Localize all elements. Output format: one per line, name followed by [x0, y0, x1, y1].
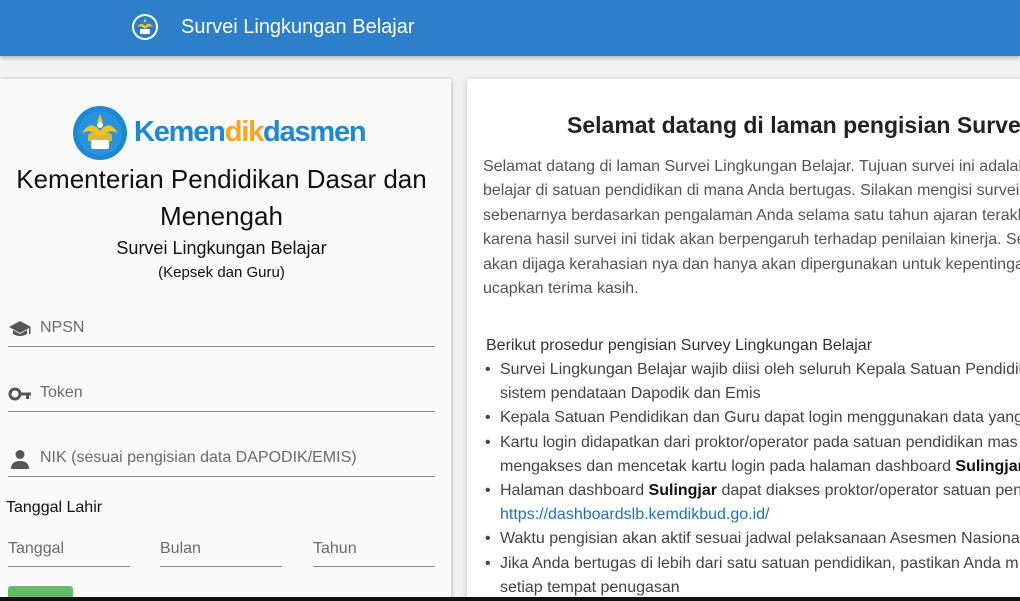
- list-item: Waktu pengisian akan aktif sesuai jadwal…: [483, 527, 1020, 551]
- list-item: Halaman dashboard Sulingjar dapat diakse…: [483, 479, 1020, 527]
- npsn-field: [8, 311, 435, 347]
- procedure-list: Survei Lingkungan Belajar wajib diisi ol…: [483, 358, 1020, 600]
- person-icon: [8, 449, 32, 469]
- birth-day-input[interactable]: [8, 535, 130, 563]
- birth-year-input[interactable]: [313, 535, 435, 563]
- list-item: Survei Lingkungan Belajar wajib diisi ol…: [483, 358, 1020, 406]
- birthdate-label: Tanggal Lahir: [6, 499, 103, 516]
- top-app-bar: Survei Lingkungan Belajar: [0, 0, 1020, 56]
- survey-name: Survei Lingkungan Belajar: [116, 238, 327, 258]
- tut-wuri-handayani-emblem-icon: [131, 13, 159, 41]
- nik-input[interactable]: [40, 445, 430, 471]
- birth-day-field: [8, 535, 130, 567]
- procedure-title: Berikut prosedur pengisian Survey Lingku…: [486, 337, 873, 354]
- tut-wuri-handayani-logo-icon: [73, 106, 127, 160]
- welcome-heading: Selamat datang di laman pengisian Survei: [567, 112, 1020, 138]
- login-card: Kemendikdasmen Kementerian Pendidikan Da…: [0, 79, 451, 601]
- token-field: [8, 376, 435, 412]
- brand-wordmark: Kemendikdasmen: [134, 116, 367, 148]
- nik-field: [8, 441, 435, 477]
- app-title: Survei Lingkungan Belajar: [181, 16, 415, 38]
- list-item: Kepala Satuan Pendidikan dan Guru dapat …: [483, 406, 1020, 430]
- ministry-name: Kementerian Pendidikan Dasar dan Menenga…: [16, 164, 427, 231]
- list-item: Jika Anda bertugas di lebih dari satu sa…: [483, 552, 1020, 600]
- npsn-input[interactable]: [40, 315, 430, 341]
- token-input[interactable]: [40, 380, 430, 406]
- intro-paragraph: Selamat datang di laman Survei Lingkunga…: [483, 158, 1020, 298]
- info-card: Selamat datang di laman pengisian Survei…: [467, 79, 1020, 601]
- dashboard-link[interactable]: https://dashboardslb.kemdikbud.go.id/: [500, 506, 770, 523]
- birth-month-field: [160, 535, 282, 567]
- bottom-border: [0, 597, 1020, 601]
- birth-year-field: [313, 535, 435, 567]
- key-icon: [8, 384, 32, 404]
- graduation-cap-icon: [8, 319, 32, 339]
- birth-month-input[interactable]: [160, 535, 282, 563]
- list-item: Kartu login didapatkan dari proktor/oper…: [483, 431, 1020, 479]
- audience-note: (Kepsek dan Guru): [158, 264, 285, 281]
